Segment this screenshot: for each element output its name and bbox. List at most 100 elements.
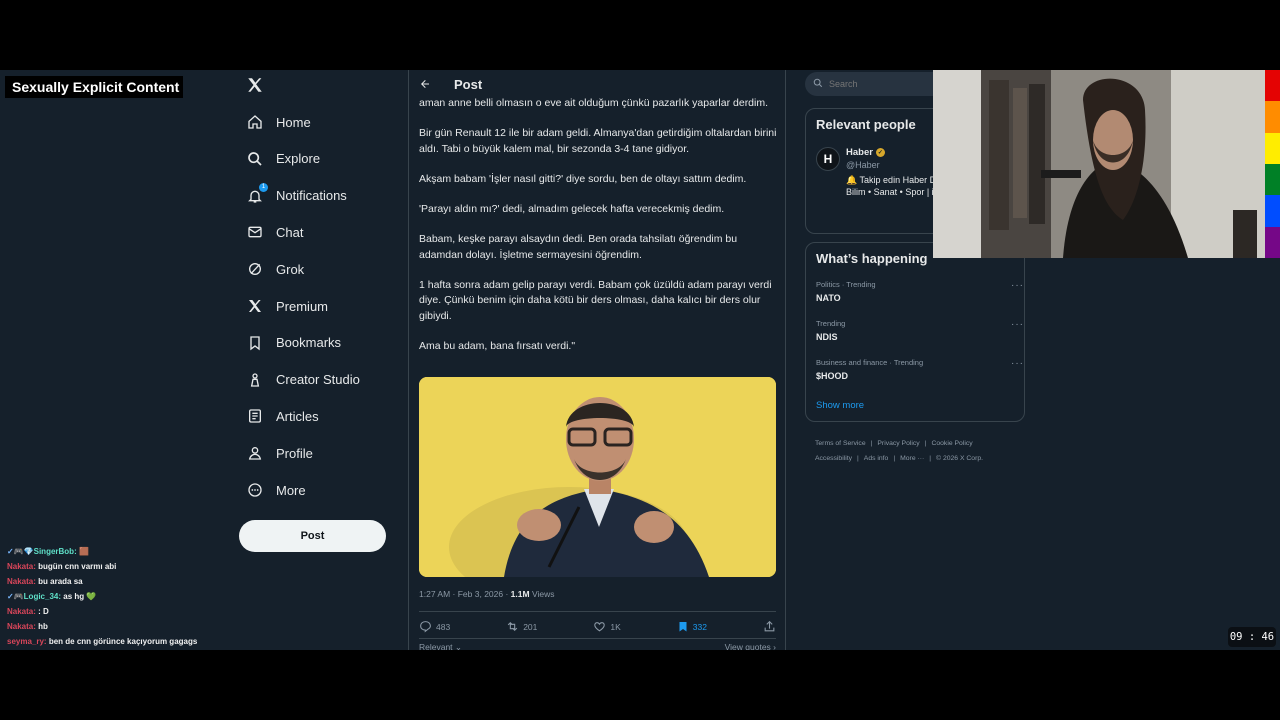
chat-username: Nakata: <box>7 562 36 571</box>
nav-item-grok[interactable]: Grok <box>246 254 304 284</box>
rainbow-stripe <box>1265 163 1280 196</box>
nav-item-chat[interactable]: Chat <box>246 217 303 247</box>
home-icon <box>246 113 264 131</box>
chat-username: seyma_ry: <box>7 637 47 646</box>
mail-icon <box>246 223 264 241</box>
x-logo-icon[interactable] <box>246 76 266 96</box>
footer-link[interactable]: Cookie Policy <box>931 440 972 447</box>
letterbox-top <box>0 0 1280 70</box>
search-icon <box>246 150 264 168</box>
reply-count: 483 <box>436 622 451 632</box>
footer-separator: | <box>870 440 873 447</box>
footer-separator: | <box>924 440 927 447</box>
rainbow-stripe <box>1265 226 1280 258</box>
chat-badges: ✓🎮💎 <box>7 547 34 556</box>
chat-message: seyma_ry: ben de cnn görünce kaçıyorum g… <box>7 634 237 649</box>
back-arrow-icon[interactable] <box>419 77 433 91</box>
chat-message: ✓🎮Logic_34: as hg 💚 <box>7 589 237 604</box>
more-options-icon[interactable]: ··· <box>1011 280 1024 291</box>
stream-chat: ✓🎮💎SingerBob: 🟫 Nakata: bugün cnn varmı a… <box>7 544 237 649</box>
post-button[interactable]: Post <box>239 520 386 552</box>
grok-icon <box>246 260 264 278</box>
footer-link[interactable]: Accessibility <box>815 455 852 462</box>
nav-item-notifications[interactable]: 1 Notifications <box>246 181 347 211</box>
nav-label: Profile <box>276 445 313 461</box>
chat-message: Nakata: : D <box>7 604 237 619</box>
bookmark-icon <box>246 334 264 352</box>
avatar[interactable]: H <box>816 147 840 171</box>
tweet-paragraph: Ama bu adam, bana fırsatı verdi." <box>419 339 576 352</box>
bookmark-filled-icon <box>677 620 689 635</box>
tweet-body: aman anne belli olmasın o eve ait olduğu… <box>419 96 777 369</box>
reply-button[interactable]: 483 <box>419 620 450 635</box>
chat-username: Nakata: <box>7 622 36 631</box>
bell-icon: 1 <box>246 182 268 205</box>
nav-label: Bookmarks <box>276 335 342 351</box>
more-options-icon[interactable]: ··· <box>1011 358 1024 369</box>
letterbox-bottom <box>0 650 1280 720</box>
footer-link[interactable]: More ··· <box>900 455 924 462</box>
tweet-photo[interactable] <box>419 377 776 577</box>
x-logo-icon <box>246 297 264 315</box>
chat-message: ✓🎮💎SingerBob: 🟫 <box>7 544 237 559</box>
trend-item[interactable]: Business and finance · Trending $HOOD ··· <box>816 358 1023 381</box>
page-title: Post <box>454 76 483 92</box>
nav-item-explore[interactable]: Explore <box>246 144 320 174</box>
footer-link[interactable]: © 2026 X Corp. <box>936 455 983 462</box>
heart-icon <box>593 620 606 635</box>
tweet-paragraph: aman anne belli olmasın o eve ait olduğu… <box>419 97 769 109</box>
chat-text: bu arada sa <box>38 577 83 586</box>
tweet-paragraph: 1 hafta sonra adam gelip parayı verdi. B… <box>419 279 772 322</box>
nav-item-creator-studio[interactable]: Creator Studio <box>246 365 360 395</box>
rainbow-bar <box>1265 70 1280 258</box>
tweet-timestamp[interactable]: 1:27 AM · Feb 3, 2026 · <box>419 589 511 599</box>
reply-sort-dropdown[interactable]: Relevant ⌄ <box>419 642 462 650</box>
notification-badge: 1 <box>259 182 268 192</box>
chat-message: Nakata: bugün cnn varmı abi <box>7 559 237 574</box>
more-options-icon[interactable]: ··· <box>1011 319 1024 330</box>
footer-link[interactable]: Terms of Service <box>815 440 866 447</box>
footer-separator: | <box>893 455 896 462</box>
chat-text: 🟫 <box>78 547 89 556</box>
like-count: 1K <box>610 622 621 632</box>
repost-button[interactable]: 201 <box>506 620 537 635</box>
view-quotes-link[interactable]: View quotes › <box>725 642 776 650</box>
footer-separator: | <box>857 455 859 462</box>
trend-item[interactable]: Trending NDIS ··· <box>816 319 1023 342</box>
show-more-link[interactable]: Show more <box>816 400 864 411</box>
whats-happening-card: What’s happening Politics · Trending NATO… <box>805 242 1025 422</box>
person-name[interactable]: Haber ✓ <box>846 147 885 158</box>
share-icon <box>763 620 776 635</box>
nav-label: Premium <box>276 298 329 314</box>
like-button[interactable]: 1K <box>593 620 621 635</box>
footer-link[interactable]: Ads info <box>864 455 889 462</box>
content-warning-label: Sexually Explicit Content <box>5 76 183 98</box>
bookmark-button[interactable]: 332 <box>677 620 707 635</box>
nav-item-more[interactable]: More <box>246 475 306 505</box>
person-icon <box>246 444 264 462</box>
rainbow-stripe <box>1265 132 1280 164</box>
nav-item-articles[interactable]: Articles <box>246 401 319 431</box>
divider <box>419 611 776 612</box>
search-input[interactable] <box>829 79 949 89</box>
chat-message: Nakata: hb <box>7 619 237 634</box>
articles-icon <box>246 407 264 425</box>
footer-link[interactable]: Privacy Policy <box>877 440 919 447</box>
chat-text: bugün cnn varmı abi <box>38 562 117 571</box>
replies-controls: Relevant ⌄ View quotes › <box>419 642 776 650</box>
nav-item-home[interactable]: Home <box>246 107 311 137</box>
tweet-paragraph: Bir gün Renault 12 ile bir adam geldi. A… <box>419 127 777 155</box>
screen: Sexually Explicit Content ✓🎮💎SingerBob: … <box>0 70 1280 650</box>
nav-item-profile[interactable]: Profile <box>246 438 313 468</box>
left-nav: Home Explore 1 Notifications Chat Grok Premium… <box>238 70 408 650</box>
repost-count: 201 <box>523 622 538 632</box>
nav-item-premium[interactable]: Premium <box>246 291 328 321</box>
trend-item[interactable]: Politics · Trending NATO ··· <box>816 280 1023 303</box>
chat-message: Nakata: bu arada sa <box>7 574 237 589</box>
person-handle[interactable]: @Haber <box>846 160 880 170</box>
stream-clock: 09 : 46 <box>1228 627 1276 647</box>
share-button[interactable] <box>763 620 776 635</box>
trend-category: Trending <box>816 319 846 328</box>
chat-username: SingerBob: <box>33 547 77 556</box>
nav-item-bookmarks[interactable]: Bookmarks <box>246 328 341 358</box>
